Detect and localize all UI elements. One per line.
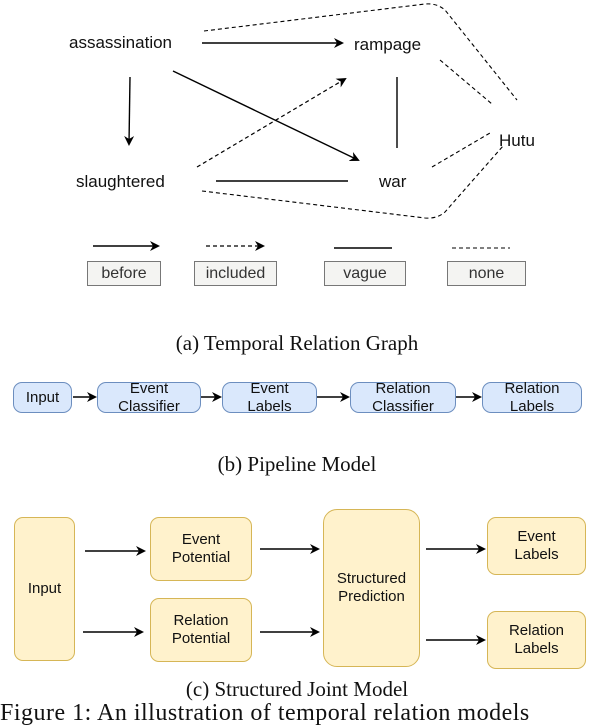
joint-input-label: Input [27,580,62,597]
node-hutu: Hutu [499,131,535,150]
node-rampage: rampage [354,35,422,54]
label-line1: Relation [173,612,229,629]
edge-slaughtered-rampage [196,77,347,168]
label-line1: Relation [504,379,560,397]
pipeline-event-classifier: Event Classifier [97,379,201,415]
pipeline-event-labels: Event Labels [222,379,317,415]
label-line2: Potential [171,549,231,566]
joint-relation-potential: Relation Potential [150,598,252,662]
legend-vague: vague [324,261,406,286]
joint-relation-labels: Relation Labels [487,611,586,669]
edge-rampage-hutu [439,59,493,105]
label-line1: Structured [336,570,407,587]
legend-none: none [447,261,526,286]
label-line1: Event [181,531,221,548]
node-war: war [379,172,407,191]
edge-assassination-slaughtered [124,76,135,146]
label-line2: Labels [509,397,555,415]
joint-input: Input [14,517,75,661]
label-line1: Event [517,528,556,545]
label-line1: Relation [375,379,431,397]
joint-event-potential: Event Potential [150,517,252,581]
pipeline-relation-classifier: Relation Classifier [350,379,456,415]
label-line2: Potential [171,630,231,647]
node-slaughtered: slaughtered [76,172,165,191]
label-line2: Classifier [118,397,180,415]
label-line2: Labels [514,640,559,657]
label-line2: Prediction [338,588,405,605]
joint-structured-prediction: Structured Prediction [323,509,420,667]
node-assassination: assassination [69,33,173,52]
caption-c: (c) Structured Joint Model [185,677,409,701]
edge-war-hutu [431,132,491,168]
pipeline-input: Input [13,382,72,413]
label-line2: Labels [514,546,559,563]
edge-assassination-war [172,70,360,162]
label-line1: Event [250,379,289,397]
caption-a: (a) Temporal Relation Graph [175,331,419,355]
pipeline-relation-labels: Relation Labels [482,379,582,415]
figure-caption: Figure 1: An illustration of temporal re… [0,700,530,726]
label-line2: Classifier [372,397,434,415]
label-line2: Labels [247,397,292,415]
pipeline-input-label: Input [25,388,60,406]
label-line1: Event [129,379,169,397]
legend-included: included [194,261,277,286]
legend-before: before [87,261,161,286]
caption-b: (b) Pipeline Model [217,452,377,476]
label-line1: Relation [508,622,565,639]
joint-event-labels: Event Labels [487,517,586,575]
